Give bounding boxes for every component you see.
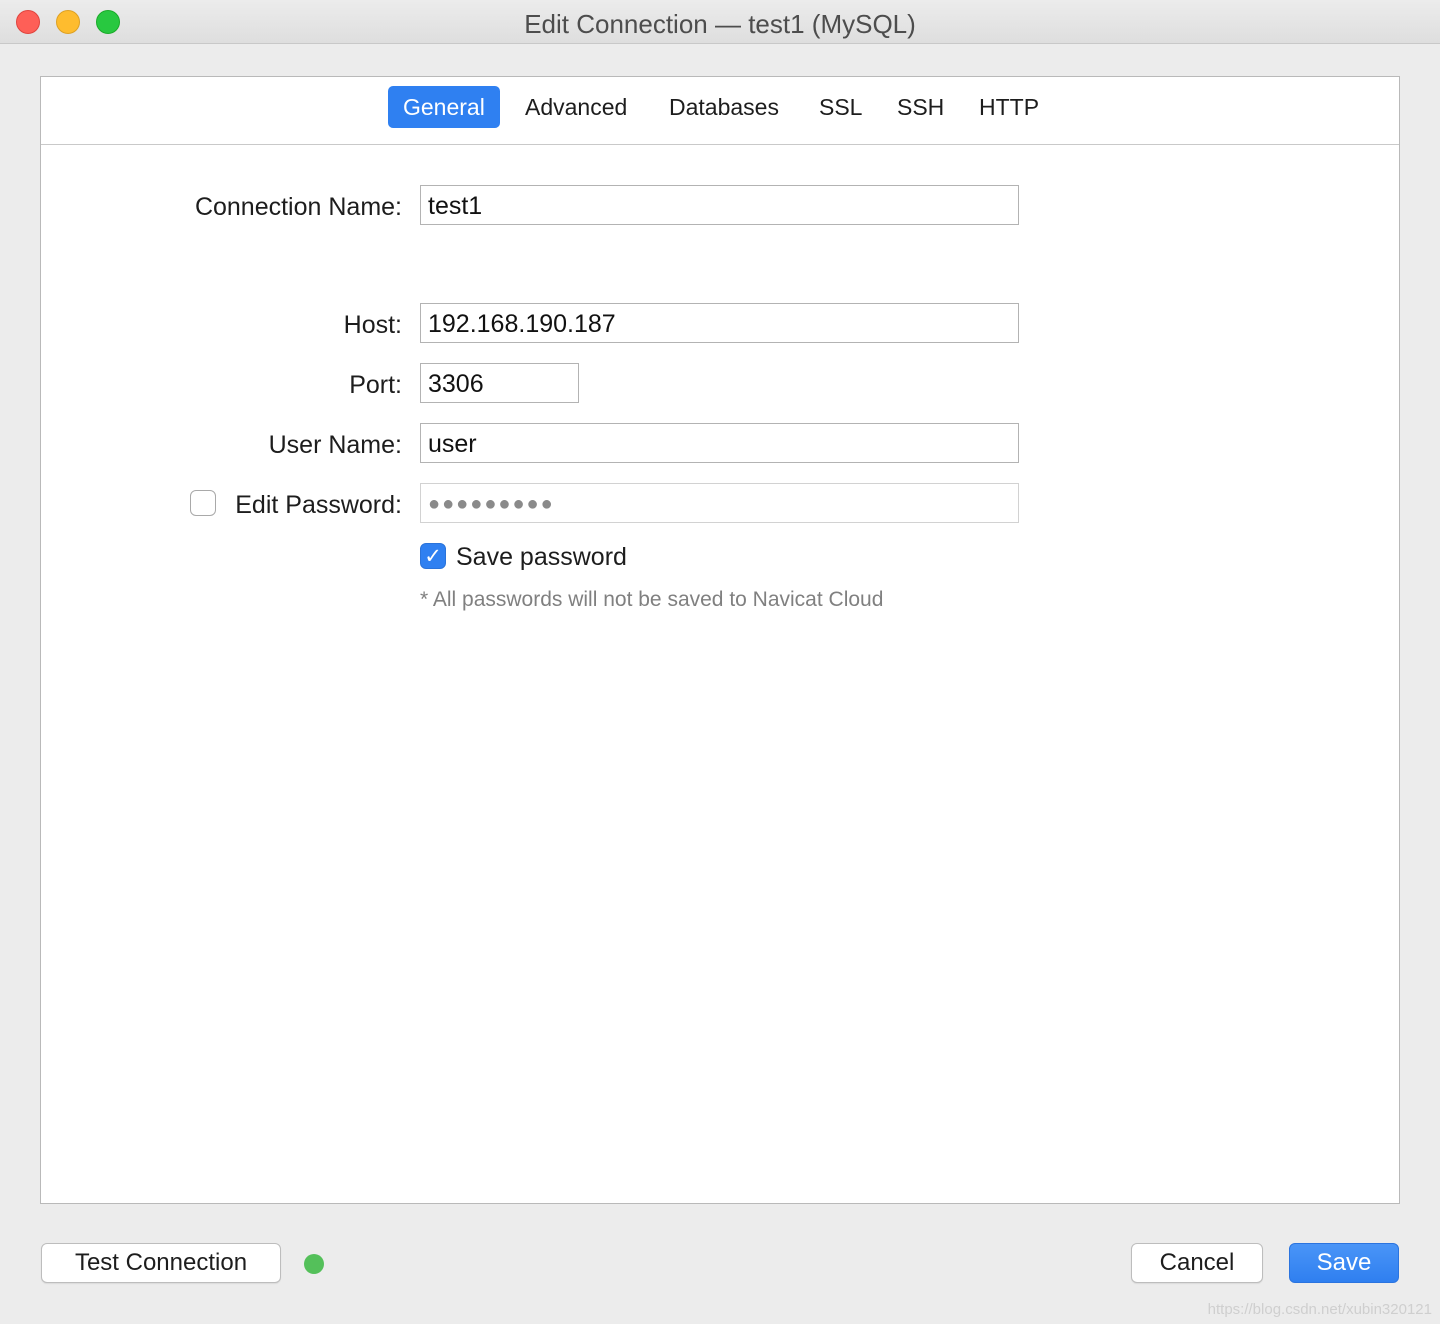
cancel-button[interactable]: Cancel <box>1131 1243 1263 1283</box>
tab-advanced[interactable]: Advanced <box>510 86 642 128</box>
tab-ssh[interactable]: SSH <box>882 86 959 128</box>
tab-general[interactable]: General <box>388 86 500 128</box>
user-name-label: User Name: <box>268 431 402 459</box>
port-label: Port: <box>349 371 402 399</box>
title-bar: Edit Connection — test1 (MySQL) <box>0 0 1440 44</box>
port-field[interactable]: 3306 <box>420 363 579 403</box>
watermark-url: https://blog.csdn.net/xubin320121 <box>1207 1301 1432 1318</box>
host-label: Host: <box>343 311 402 339</box>
window-title: Edit Connection — test1 (MySQL) <box>524 9 916 39</box>
tab-ssl[interactable]: SSL <box>804 86 877 128</box>
password-cloud-note: * All passwords will not be saved to Nav… <box>420 588 884 611</box>
host-field[interactable]: 192.168.190.187 <box>420 303 1019 343</box>
connection-status-indicator <box>304 1254 324 1274</box>
tab-bar: General Advanced Databases SSL SSH HTTP <box>41 77 1399 145</box>
user-name-field[interactable]: user <box>420 423 1019 463</box>
test-connection-button[interactable]: Test Connection <box>41 1243 281 1283</box>
connection-name-label: Connection Name: <box>194 193 402 221</box>
edit-password-label: Edit Password: <box>235 491 402 519</box>
save-button[interactable]: Save <box>1289 1243 1399 1283</box>
password-field[interactable]: ●●●●●●●●● <box>420 483 1019 523</box>
tab-databases[interactable]: Databases <box>654 86 794 128</box>
connection-name-field[interactable]: test1 <box>420 185 1019 225</box>
connection-settings-panel: General Advanced Databases SSL SSH HTTP <box>40 76 1400 1204</box>
tab-http[interactable]: HTTP <box>964 86 1054 128</box>
save-password-label[interactable]: Save password <box>456 543 627 572</box>
save-password-checkbox[interactable]: ✓ <box>420 543 446 569</box>
